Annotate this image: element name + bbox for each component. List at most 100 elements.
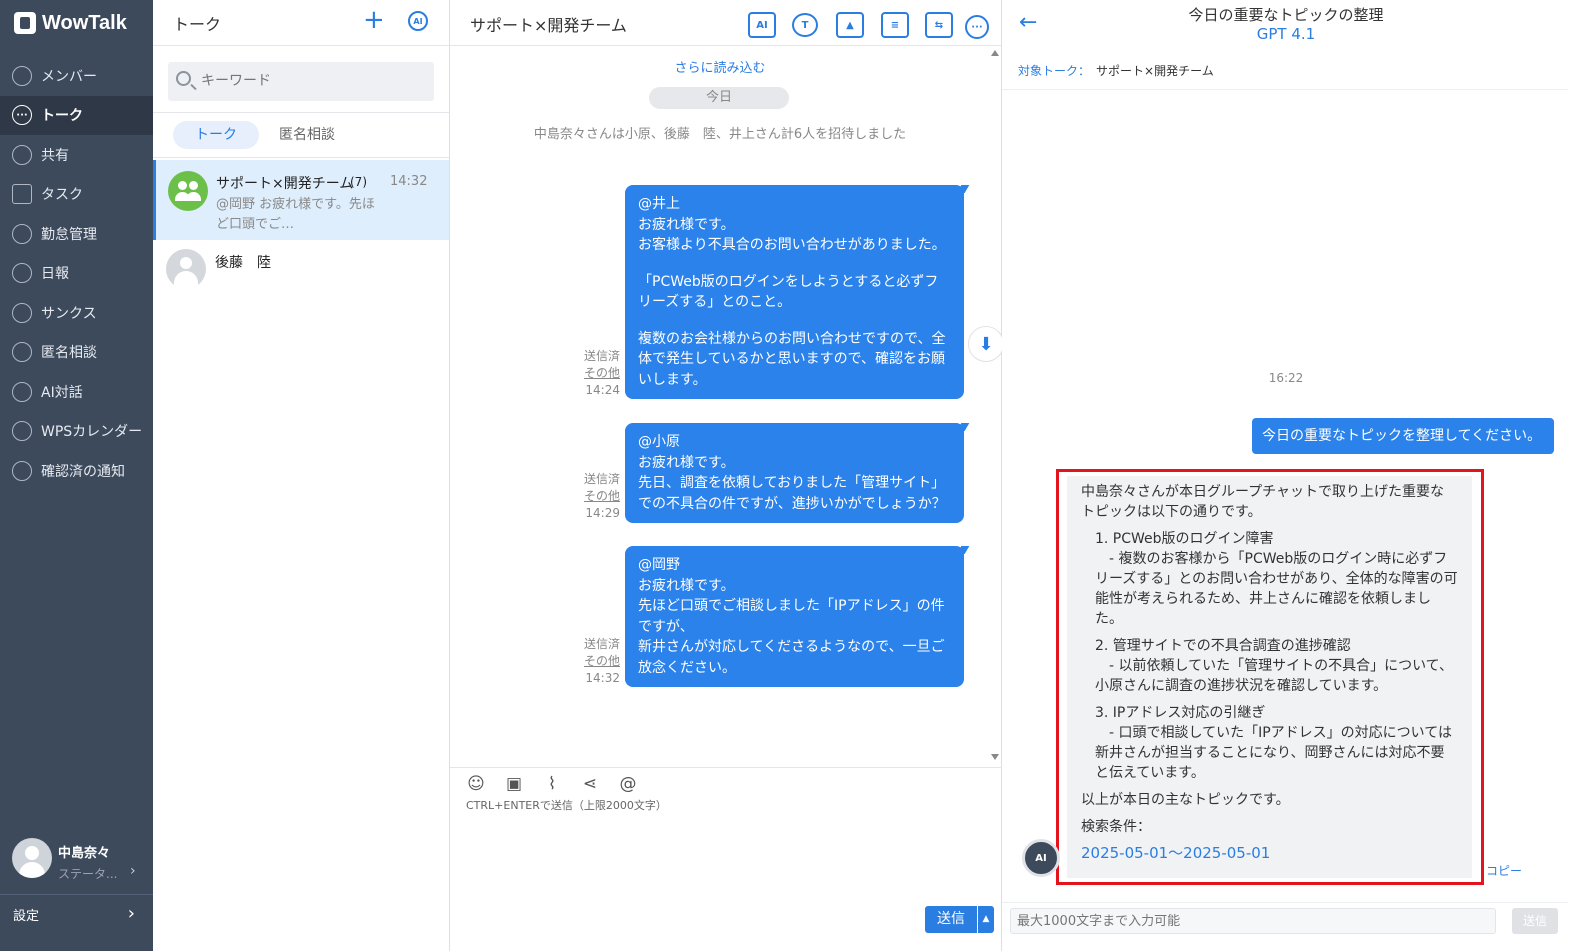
conversation-name: サポート×開発チーム <box>216 176 354 192</box>
mention-icon[interactable]: @ <box>618 774 638 794</box>
ai-message-input[interactable] <box>1010 908 1496 934</box>
image-icon[interactable]: ▣ <box>504 774 524 794</box>
chat-header: サポート×開発チーム AI T ▲ ≡ ⇆ ··· <box>450 0 1001 46</box>
composer-hint: CTRL+ENTERで送信（上限2000文字） <box>466 799 667 812</box>
folder-icon[interactable]: ⇆ <box>925 12 953 38</box>
profile-name: 中島奈々 <box>58 846 111 861</box>
ai-model-name[interactable]: GPT 4.1 <box>1002 25 1570 43</box>
nav-item-anonymous[interactable]: 匿名相談 <box>0 333 153 373</box>
other-link[interactable]: その他 <box>570 653 620 670</box>
nav-label: メンバー <box>41 68 97 85</box>
logo: WowTalk <box>14 10 127 36</box>
response-outro: 以上が本日の主なトピックです。 <box>1081 792 1290 808</box>
other-link[interactable]: その他 <box>570 488 620 505</box>
ai-icon <box>12 381 32 402</box>
sent-status: 送信済 <box>583 472 620 486</box>
download-icon[interactable]: ⬇ <box>968 326 1004 362</box>
ai-panel: ← 今日の重要なトピックの整理 GPT 4.1 対象トーク： サポート×開発チーム… <box>1002 0 1591 951</box>
nav-label: 日報 <box>41 266 69 283</box>
nav-item-confirmed-notifications[interactable]: 確認済の通知 <box>0 451 153 491</box>
ai-response: 中島奈々さんが本日グループチャットで取り上げた重要なトピックは以下の通りです。 … <box>1067 476 1472 878</box>
conversation-preview: @岡野 お疲れ様です。先ほど口頭でご… <box>216 197 375 232</box>
nav-item-thanks[interactable]: サンクス <box>0 293 153 333</box>
logo-text: WowTalk <box>42 11 127 34</box>
more-icon[interactable]: ··· <box>965 15 989 39</box>
emoji-icon[interactable]: ☺ <box>466 774 486 794</box>
response-item: 2. 管理サイトでの不具合調査の進捗確認 - 以前依頼していた「管理サイトの不具… <box>1081 636 1458 696</box>
message-bubble: @岡野 お疲れ様です。 先ほど口頭でご相談しました「IPアドレス」の件ですが、 … <box>625 546 964 687</box>
chat-panel: サポート×開発チーム AI T ▲ ≡ ⇆ ··· さらに読み込む 今日 中島奈… <box>450 0 1004 951</box>
message-paragraph: @井上 お疲れ様です。 お客様より不具合のお問い合わせがありました。 <box>638 196 946 253</box>
other-link[interactable]: その他 <box>570 365 620 382</box>
nav-label: 確認済の通知 <box>41 463 125 480</box>
message-bubble: @井上 お疲れ様です。 お客様より不具合のお問い合わせがありました。 「PCWe… <box>625 185 964 399</box>
tab-anonymous[interactable]: 匿名相談 <box>257 121 357 149</box>
app-window: WowTalk メンバー ··· トーク 共有 タスク 勤怠管理 日報 サンクス … <box>0 0 1591 951</box>
search-input[interactable] <box>201 68 421 94</box>
attachment-icon[interactable]: ⌇ <box>542 774 562 794</box>
target-talk-label: 対象トーク： <box>1018 64 1091 78</box>
user-prompt-bubble: 今日の重要なトピックを整理してください。 <box>1252 418 1554 454</box>
message-meta: 送信済 その他 14:24 <box>570 348 620 399</box>
divider <box>1002 902 1568 903</box>
nav-label: 共有 <box>41 147 69 164</box>
unread-count: (7) <box>350 175 367 189</box>
response-item: 1. PCWeb版のログイン障害 - 複数のお客様から「PCWeb版のログイン時… <box>1081 529 1458 629</box>
note-icon[interactable]: ≡ <box>881 12 909 38</box>
attendance-icon <box>12 223 32 244</box>
add-icon[interactable]: + <box>363 6 385 34</box>
chevron-right-icon: › <box>130 863 136 879</box>
nav-item-attendance[interactable]: 勤怠管理 <box>0 214 153 254</box>
nav-item-share[interactable]: 共有 <box>0 135 153 175</box>
nav-item-members[interactable]: メンバー <box>0 56 153 96</box>
ai-settings-icon[interactable]: AI <box>408 11 428 31</box>
group-avatar-icon <box>168 171 208 211</box>
send-button[interactable]: 送信 <box>925 906 977 933</box>
share-icon <box>12 144 32 165</box>
ai-send-button[interactable]: 送信 <box>1512 908 1558 934</box>
nav-item-ai-chat[interactable]: AI対話 <box>0 372 153 412</box>
composer-toolbar: ☺ ▣ ⌇ ⋖ @ <box>466 774 638 794</box>
nav-label: 勤怠管理 <box>41 226 97 243</box>
conversation-item[interactable]: 後藤 陸 <box>153 240 449 298</box>
share-icon[interactable]: ⋖ <box>580 774 600 794</box>
send-options-icon[interactable]: ▲ <box>978 906 994 933</box>
notification-icon <box>12 460 32 481</box>
nav-item-task[interactable]: タスク <box>0 175 153 215</box>
response-item-body: - 以前依頼していた「管理サイトの不具合」について、小原さんに調査の進捗状況を確… <box>1095 658 1453 694</box>
conversation-time: 14:32 <box>390 174 428 189</box>
message-bubble: @小原 お疲れ様です。 先日、調査を依頼しておりました「管理サイト」での不具合の… <box>625 423 964 523</box>
scroll-down-icon[interactable] <box>991 754 999 760</box>
ai-timestamp: 16:22 <box>1268 371 1304 385</box>
message-paragraph: @小原 お疲れ様です。 先日、調査を依頼しておりました「管理サイト」での不具合の… <box>638 434 946 512</box>
translate-icon[interactable]: T <box>792 13 818 37</box>
load-more-link[interactable]: さらに読み込む <box>450 57 990 76</box>
person-avatar-icon <box>166 249 206 289</box>
settings-button[interactable]: 設定 › <box>0 894 153 934</box>
avatar <box>12 838 52 878</box>
system-message: 中島奈々さんは小原、後藤 陸、井上さん計6人を招待しました <box>533 127 907 142</box>
settings-label: 設定 <box>13 909 40 924</box>
left-nav: WowTalk メンバー ··· トーク 共有 タスク 勤怠管理 日報 サンクス … <box>0 0 153 951</box>
nav-item-talk[interactable]: ··· トーク <box>0 95 153 135</box>
talk-list-title: トーク <box>173 15 222 34</box>
tab-talk[interactable]: トーク <box>173 121 259 149</box>
response-item-title: 3. IPアドレス対応の引継ぎ <box>1095 705 1266 721</box>
response-item-body: - 口頭で相談していた「IPアドレス」の対応については新井さんが担当することにな… <box>1095 725 1452 781</box>
ai-summary-icon[interactable]: AI <box>748 12 776 38</box>
nav-item-wps-calendar[interactable]: WPSカレンダー <box>0 412 153 452</box>
ai-panel-title: 今日の重要なトピックの整理 <box>1188 6 1384 24</box>
image-icon[interactable]: ▲ <box>836 12 864 38</box>
target-talk: 対象トーク： サポート×開発チーム <box>1018 62 1214 79</box>
message-meta: 送信済 その他 14:32 <box>570 636 620 687</box>
profile[interactable]: 中島奈々 ステータ... › <box>12 838 147 882</box>
sent-status: 送信済 <box>583 349 620 363</box>
scroll-up-icon[interactable] <box>991 50 999 56</box>
message-paragraph: 複数のお会社様からのお問い合わせですので、全体で発生しているかと思いますので、確… <box>638 330 946 388</box>
nav-item-daily-report[interactable]: 日報 <box>0 254 153 294</box>
copy-link[interactable]: コピー <box>1486 862 1522 879</box>
conversation-item[interactable]: サポート×開発チーム (7) 14:32 @岡野 お疲れ様です。先ほど口頭でご… <box>153 160 449 240</box>
response-item-title: 1. PCWeb版のログイン障害 <box>1095 531 1274 547</box>
nav-label: サンクス <box>41 305 97 322</box>
chat-scrollbar[interactable] <box>990 50 1000 760</box>
